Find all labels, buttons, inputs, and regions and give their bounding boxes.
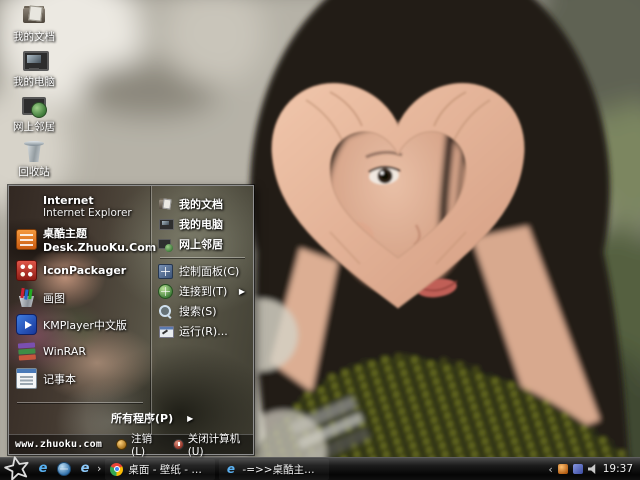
notepad-icon (16, 368, 37, 389)
quick-launch-expand-arrow[interactable]: › (97, 462, 101, 476)
volume-icon[interactable] (587, 464, 596, 474)
menu-separator (160, 257, 245, 258)
browser-globe-icon[interactable] (57, 462, 71, 476)
taskbar-task-desktop-wallpaper[interactable]: 桌面 - 壁纸 - 桌酷... (105, 458, 216, 480)
menu-item-sublabel: Internet Explorer (43, 207, 132, 219)
menu-item-label: KMPlayer中文版 (43, 318, 127, 332)
zhuoku-theme-icon (16, 229, 37, 250)
desktop-icon-label: 我的电脑 (13, 76, 55, 88)
chrome-icon (110, 462, 124, 476)
start-menu: Internet Internet Explorer 桌酷主题Desk.Zhuo… (7, 184, 255, 458)
desktop-icon-my-documents[interactable]: 我的文档 (2, 3, 66, 48)
messenger-e-icon[interactable]: e (36, 462, 50, 476)
desktop-icon-list: 我的文档 我的电脑 网上邻居 回收站 (2, 3, 66, 183)
zhuoku-site-banner: www.zhuoku.com (15, 439, 103, 450)
run-icon (158, 324, 174, 339)
desktop-icon-label: 我的文档 (13, 31, 55, 43)
desktop-icon-label: 回收站 (18, 166, 50, 178)
my-documents-icon (158, 197, 173, 212)
menu-item-iconpackager[interactable]: IconPackager (9, 257, 151, 284)
menu-item-kmplayer[interactable]: KMPlayer中文版 (9, 311, 151, 338)
internet-explorer-icon (16, 197, 37, 218)
star-start-icon (4, 455, 29, 480)
network-places-icon (158, 237, 173, 252)
menu-item-control-panel[interactable]: 控制面板(C) (152, 261, 253, 281)
start-button[interactable] (0, 455, 34, 480)
start-menu-left-column: Internet Internet Explorer 桌酷主题Desk.Zhuo… (9, 186, 193, 434)
im-status-icon[interactable] (557, 464, 568, 474)
menu-item-label: 记事本 (43, 372, 76, 386)
menu-item-label: 网上邻居 (179, 238, 223, 251)
desktop-icon-network-places[interactable]: 网上邻居 (2, 93, 66, 138)
quick-launch-bar: e e › (36, 462, 101, 476)
taskbar-task-zhuoku-theme[interactable]: e -=>>桌酷主题 - Mi... (219, 458, 330, 480)
menu-item-label: 运行(R)... (179, 325, 228, 338)
menu-item-label: WinRAR (43, 345, 87, 358)
system-tray: ‹ 19:37 (548, 463, 640, 476)
desktop: 我的文档 我的电脑 网上邻居 回收站 Internet Internet Exp… (0, 0, 640, 480)
all-programs-button[interactable]: 所有程序(P) ▶ (9, 406, 193, 432)
menu-separator (17, 402, 143, 403)
network-tray-icon[interactable] (572, 464, 583, 474)
menu-item-search[interactable]: 搜索(S) (152, 301, 253, 321)
menu-item-notepad[interactable]: 记事本 (9, 365, 151, 392)
connect-to-icon (158, 283, 173, 299)
desktop-icon-recycle-bin[interactable]: 回收站 (2, 138, 66, 183)
log-off-button[interactable]: 注销(L) (116, 431, 161, 458)
turn-off-computer-button[interactable]: 关闭计算机(U) (172, 431, 247, 458)
start-menu-right-column: 我的文档 我的电脑 网上邻居 控制面板(C) 连接到(T) ▶ 搜索(S) 运行… (151, 186, 253, 434)
control-panel-icon (158, 263, 173, 279)
menu-item-label: 控制面板(C) (179, 265, 240, 278)
start-menu-footer: www.zhuoku.com 注销(L) 关闭计算机(U) (9, 433, 253, 458)
iconpackager-icon (16, 260, 37, 281)
my-computer-icon (158, 217, 174, 232)
menu-item-label: 桌酷主题Desk.ZhuoKu.Com (43, 227, 157, 254)
chevron-right-icon: ▶ (238, 286, 245, 296)
menu-item-label: 搜索(S) (179, 305, 217, 318)
menu-item-run[interactable]: 运行(R)... (152, 321, 253, 341)
paint-icon (16, 287, 37, 308)
taskbar: e e › 桌面 - 壁纸 - 桌酷... e -=>>桌酷主题 - Mi...… (0, 455, 640, 480)
menu-item-label: Internet (43, 194, 94, 207)
menu-item-paint[interactable]: 画图 (9, 284, 151, 311)
taskbar-clock[interactable]: 19:37 (603, 463, 633, 475)
kmplayer-icon (16, 314, 37, 335)
menu-item-label: 我的文档 (179, 198, 223, 211)
tray-expand-chevron[interactable]: ‹ (548, 463, 552, 476)
winrar-icon (16, 341, 37, 362)
menu-item-label: 连接到(T) (179, 285, 228, 298)
menu-item-label: 画图 (43, 291, 65, 305)
desktop-icon-label: 网上邻居 (13, 121, 55, 133)
internet-explorer-icon[interactable]: e (78, 462, 92, 476)
logoff-icon (116, 439, 128, 450)
ie-page-icon: e (226, 461, 235, 476)
menu-item-network-places[interactable]: 网上邻居 (152, 234, 253, 254)
menu-item-my-documents[interactable]: 我的文档 (152, 194, 253, 214)
menu-item-label: IconPackager (43, 264, 127, 277)
shutdown-icon (172, 439, 184, 450)
menu-item-my-computer[interactable]: 我的电脑 (152, 214, 253, 234)
menu-item-internet[interactable]: Internet Internet Explorer (9, 192, 151, 222)
menu-item-label: 我的电脑 (179, 218, 223, 231)
my-computer-icon (21, 48, 49, 74)
network-places-icon (21, 93, 47, 119)
recycle-bin-icon (21, 138, 47, 164)
menu-item-connect-to[interactable]: 连接到(T) ▶ (152, 281, 253, 301)
menu-item-winrar[interactable]: WinRAR (9, 338, 151, 365)
desktop-icon-my-computer[interactable]: 我的电脑 (2, 48, 66, 93)
my-documents-icon (21, 3, 47, 29)
search-icon (158, 304, 173, 319)
menu-item-zhuoku-theme[interactable]: 桌酷主题Desk.ZhuoKu.Com (9, 222, 156, 257)
